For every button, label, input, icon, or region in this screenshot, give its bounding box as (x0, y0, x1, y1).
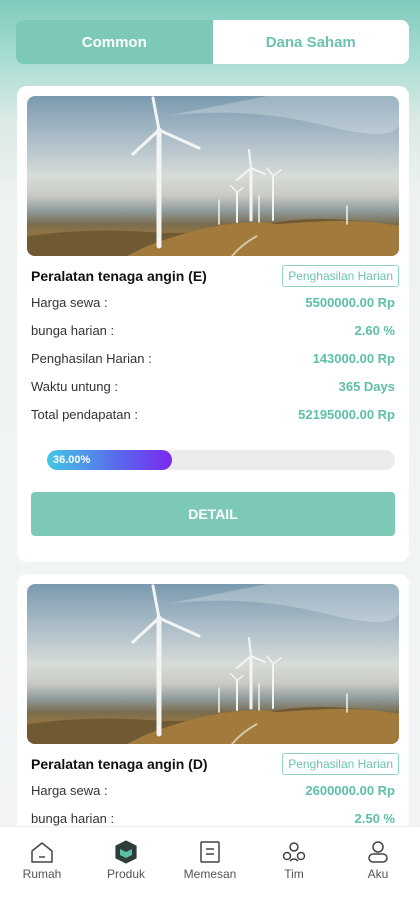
info-value: 143000.00 Rp (312, 350, 395, 366)
product-title-row: Peralatan tenaga angin (E) Penghasilan H… (27, 264, 399, 288)
nav-item-produk[interactable]: Produk (91, 839, 161, 881)
product-name: Peralatan tenaga angin (D) (31, 756, 208, 772)
detail-button[interactable]: DETAIL (31, 492, 395, 536)
order-icon (200, 841, 220, 863)
bottom-nav: Rumah Produk Memesan Tim Aku (0, 826, 420, 900)
product-name: Peralatan tenaga angin (E) (31, 268, 207, 284)
nav-item-tim[interactable]: Tim (259, 839, 329, 881)
info-label: Harga sewa : (31, 782, 108, 798)
user-icon (368, 841, 388, 863)
wind-turbine-image (27, 96, 399, 256)
info-label: Penghasilan Harian : (31, 350, 152, 366)
product-title-row: Peralatan tenaga angin (D) Penghasilan H… (27, 752, 399, 776)
nav-label: Aku (367, 867, 389, 881)
info-label: bunga harian : (31, 322, 115, 338)
info-label: bunga harian : (31, 810, 115, 826)
info-value: 2.60 % (354, 322, 395, 338)
team-icon (282, 842, 306, 862)
nav-label: Tim (284, 867, 304, 881)
nav-label: Rumah (22, 867, 62, 881)
info-value: 365 Days (338, 378, 395, 394)
info-label: Total pendapatan : (31, 406, 138, 422)
product-card: Peralatan tenaga angin (E) Penghasilan H… (17, 86, 409, 562)
progress-fill: 36.00% (47, 450, 173, 470)
income-type-badge: Penghasilan Harian (282, 753, 399, 775)
info-row-interest: bunga harian : 2.60 % (27, 316, 399, 344)
info-value: 2600000.00 Rp (305, 782, 395, 798)
info-row-duration: Waktu untung : 365 Days (27, 372, 399, 400)
info-row-price: Harga sewa : 2600000.00 Rp (27, 776, 399, 804)
info-label: Harga sewa : (31, 294, 108, 310)
wind-turbine-image (27, 584, 399, 744)
income-type-badge: Penghasilan Harian (282, 265, 399, 287)
progress-bar: 36.00% (47, 450, 395, 470)
info-value: 52195000.00 Rp (298, 406, 395, 422)
nav-label: Memesan (183, 867, 237, 881)
nav-label: Produk (106, 867, 146, 881)
nav-item-aku[interactable]: Aku (343, 839, 413, 881)
nav-item-memesan[interactable]: Memesan (175, 839, 245, 881)
info-value: 2.50 % (354, 810, 395, 826)
nav-item-rumah[interactable]: Rumah (7, 839, 77, 881)
home-icon (31, 842, 53, 863)
info-row-price: Harga sewa : 5500000.00 Rp (27, 288, 399, 316)
tab-dana-saham[interactable]: Dana Saham (212, 20, 409, 64)
info-row-daily-income: Penghasilan Harian : 143000.00 Rp (27, 344, 399, 372)
info-label: Waktu untung : (31, 378, 118, 394)
info-value: 5500000.00 Rp (305, 294, 395, 310)
tab-bar: Common Dana Saham (16, 20, 409, 64)
info-row-total: Total pendapatan : 52195000.00 Rp (27, 400, 399, 428)
tab-common[interactable]: Common (16, 20, 213, 64)
box-icon (115, 840, 137, 864)
